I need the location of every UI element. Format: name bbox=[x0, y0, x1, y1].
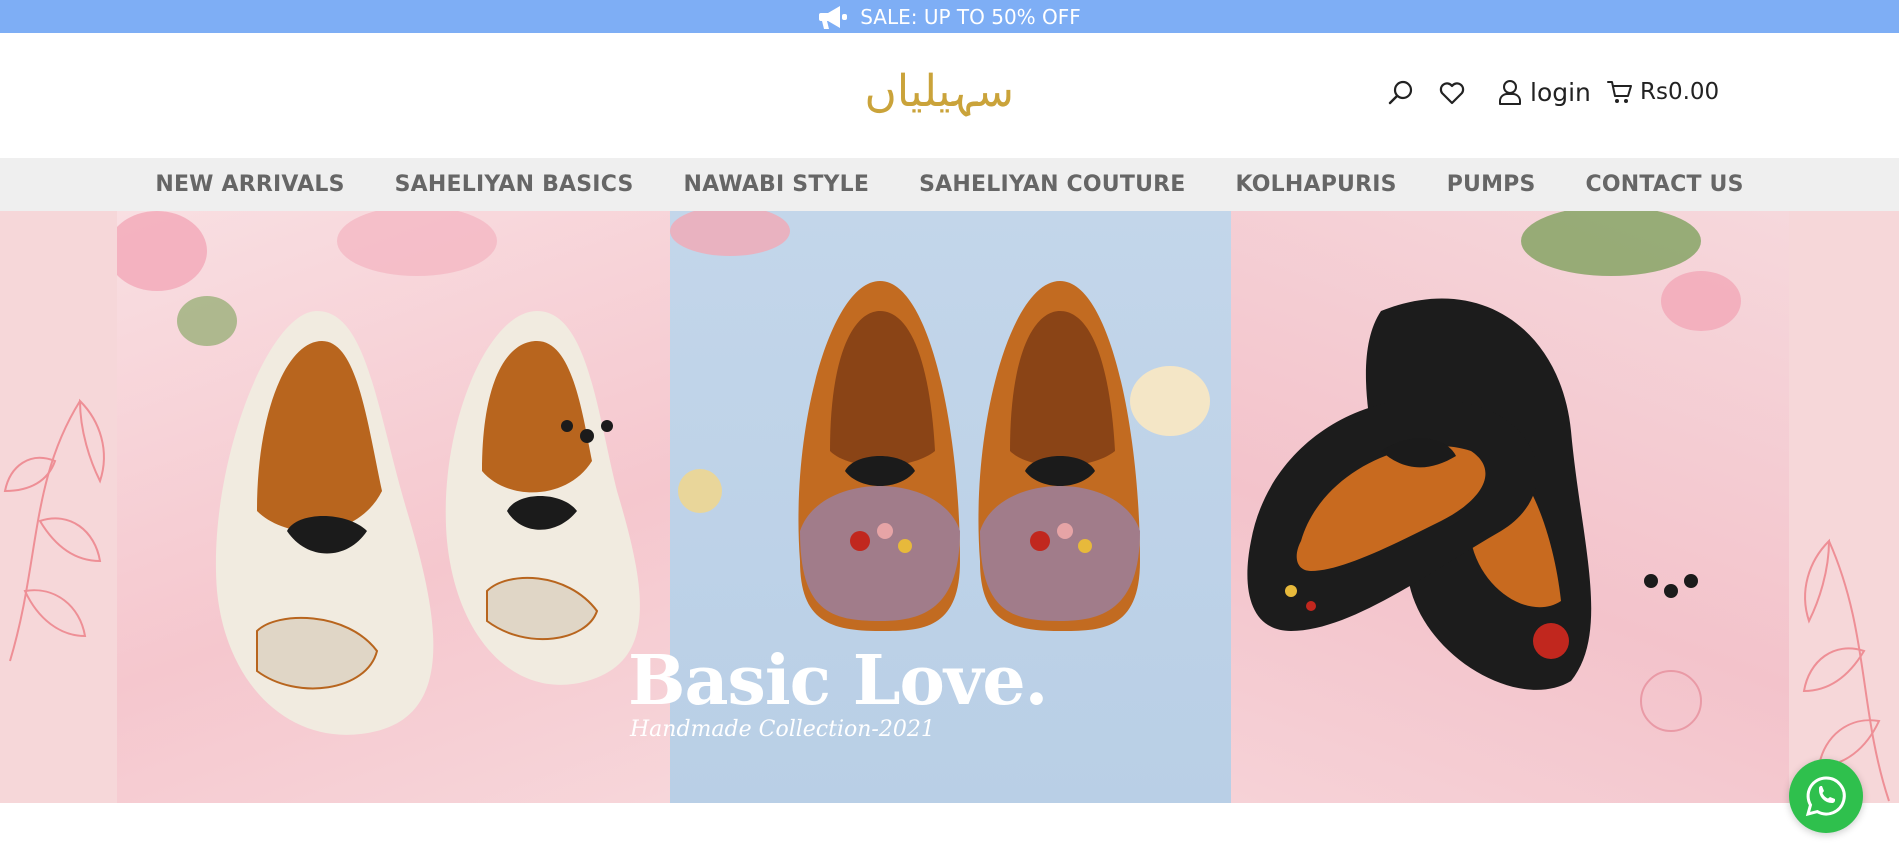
user-icon bbox=[1499, 80, 1521, 105]
cart-icon bbox=[1607, 81, 1632, 103]
heart-icon[interactable] bbox=[1438, 79, 1466, 107]
megaphone-icon bbox=[819, 5, 848, 29]
whatsapp-button[interactable] bbox=[1789, 759, 1863, 833]
site-header: سہیلیاں login Rs0.00 bbox=[0, 33, 1899, 158]
nav-item-kolhapuris[interactable]: KOLHAPURIS bbox=[1236, 172, 1397, 197]
watermark-seal bbox=[1640, 670, 1702, 732]
search-icon[interactable] bbox=[1387, 79, 1415, 107]
hero-panel-right bbox=[1231, 211, 1789, 803]
main-nav: NEW ARRIVALS SAHELIYAN BASICS NAWABI STY… bbox=[0, 158, 1899, 211]
cart-total: Rs0.00 bbox=[1640, 79, 1720, 105]
floral-decoration-right bbox=[1802, 538, 1890, 802]
announcement-bar: SALE: UP TO 50% OFF bbox=[0, 0, 1899, 33]
nav-item-nawabi-style[interactable]: NAWABI STYLE bbox=[684, 172, 870, 197]
nav-item-saheliyan-basics[interactable]: SAHELIYAN BASICS bbox=[395, 172, 634, 197]
logo-text: سہیلیاں bbox=[864, 66, 1015, 117]
khussa-pair-elephant-image bbox=[117, 211, 640, 735]
login-label: login bbox=[1530, 77, 1591, 107]
whatsapp-icon bbox=[1805, 776, 1846, 817]
announcement-text: SALE: UP TO 50% OFF bbox=[860, 4, 1081, 29]
hero-title: Basic Love. bbox=[628, 641, 1048, 721]
nav-item-pumps[interactable]: PUMPS bbox=[1447, 172, 1536, 197]
cart-link[interactable]: Rs0.00 bbox=[1607, 77, 1719, 107]
brand-logo[interactable]: سہیلیاں bbox=[864, 61, 1015, 131]
nav-item-new-arrivals[interactable]: NEW ARRIVALS bbox=[155, 172, 344, 197]
hero-panel-left bbox=[117, 211, 670, 803]
floral-decoration-left bbox=[3, 398, 105, 662]
nav-item-saheliyan-couture[interactable]: SAHELIYAN COUTURE bbox=[919, 172, 1185, 197]
login-link[interactable]: login bbox=[1498, 77, 1591, 107]
khussa-pair-black-image bbox=[1247, 211, 1741, 732]
hero-subtitle: Handmade Collection-2021 bbox=[630, 717, 935, 742]
nav-item-contact-us[interactable]: CONTACT US bbox=[1586, 172, 1744, 197]
hero-banner[interactable]: Basic Love. Handmade Collection-2021 bbox=[0, 211, 1899, 803]
